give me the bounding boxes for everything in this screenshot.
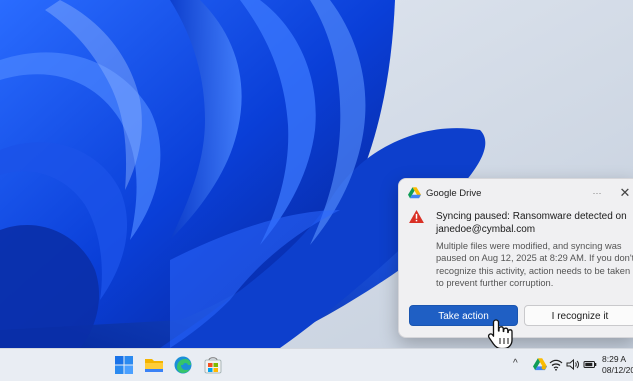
store-icon[interactable] [203,355,223,375]
notification-app-name: Google Drive [426,188,482,199]
clock[interactable]: 8:29 A 08/12/20 [602,354,633,376]
hand-cursor-icon [487,319,513,350]
start-icon[interactable] [114,355,134,375]
more-options-button[interactable]: ··· [587,184,607,202]
google-drive-icon[interactable] [533,358,547,371]
clock-time: 8:29 A [602,354,627,364]
clock-date: 08/12/20 [602,365,633,375]
close-button[interactable]: ✕ [616,184,633,202]
battery-icon[interactable] [583,358,597,371]
taskbar: ^ 8:29 A 08/12/20 [0,348,633,381]
notification-title-line1: Syncing paused: Ransomware detected on [436,211,627,222]
volume-icon[interactable] [566,358,580,371]
notification-toast[interactable]: Google Drive ··· ✕ Syncing paused: Ranso… [398,178,633,338]
wifi-icon[interactable] [549,358,563,371]
recognize-button[interactable]: I recognize it [524,305,633,326]
notification-body: Multiple files were modified, and syncin… [436,241,633,289]
notification-header: Google Drive ··· ✕ [399,179,633,207]
tray-overflow-chevron-icon[interactable]: ^ [513,358,518,369]
file-explorer-icon[interactable] [144,355,164,375]
google-drive-icon [408,187,421,199]
notification-title: Syncing paused: Ransomware detected on j… [423,210,633,236]
notification-title-line2: janedoe@cymbal.com [436,224,536,235]
edge-icon[interactable] [173,355,193,375]
warning-triangle-icon [409,210,424,223]
